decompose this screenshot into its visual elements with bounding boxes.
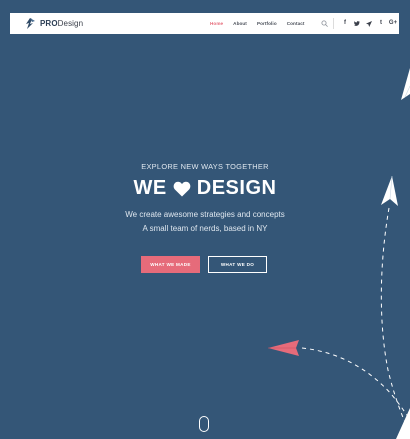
hero-page: PRODesign Home About Portfolio Contact f… [0,0,410,439]
send-icon[interactable] [363,20,375,27]
social-links: f t G+ [339,13,399,34]
what-we-do-button[interactable]: WHAT WE DO [208,256,267,273]
hero-eyebrow: EXPLORE NEW WAYS TOGETHER [141,162,269,171]
hero-title: WE DESIGN [0,177,410,200]
bird-logo-icon [26,17,35,29]
what-we-made-button[interactable]: WHAT WE MADE [141,256,200,273]
dashed-trail-pink [301,347,410,421]
paper-plane-pink [268,340,299,356]
top-navbar: PRODesign Home About Portfolio Contact f… [10,13,399,34]
nav-item-contact[interactable]: Contact [287,21,305,26]
heart-icon [173,181,191,196]
header-divider [333,18,334,29]
search-icon[interactable] [321,20,328,27]
brand-name: PRODesign [40,19,83,28]
brand-logo[interactable]: PRODesign [24,17,83,31]
hero-subtitle-line-2: A small team of nerds, based in NY [142,224,268,233]
tumblr-icon[interactable]: t [375,13,387,34]
hero-title-left: WE [133,177,167,199]
twitter-icon[interactable] [351,21,363,26]
paper-plane-white-top [401,68,410,100]
scroll-mouse-icon[interactable] [199,416,209,432]
nav-item-portfolio[interactable]: Portfolio [257,21,277,26]
hero-title-right: DESIGN [196,177,277,199]
nav-item-about[interactable]: About [233,21,247,26]
brand-name-strong: PRO [40,19,58,28]
dashed-trail-right [380,207,407,426]
google-plus-icon[interactable]: G+ [387,13,399,34]
facebook-icon[interactable]: f [339,13,351,34]
brand-name-light: Design [57,19,84,28]
hero-subtitle-line-1: We create awesome strategies and concept… [125,210,285,219]
paper-plane-decoration [268,68,410,439]
nav-item-home[interactable]: Home [210,21,223,26]
main-nav: Home About Portfolio Contact [210,13,315,34]
